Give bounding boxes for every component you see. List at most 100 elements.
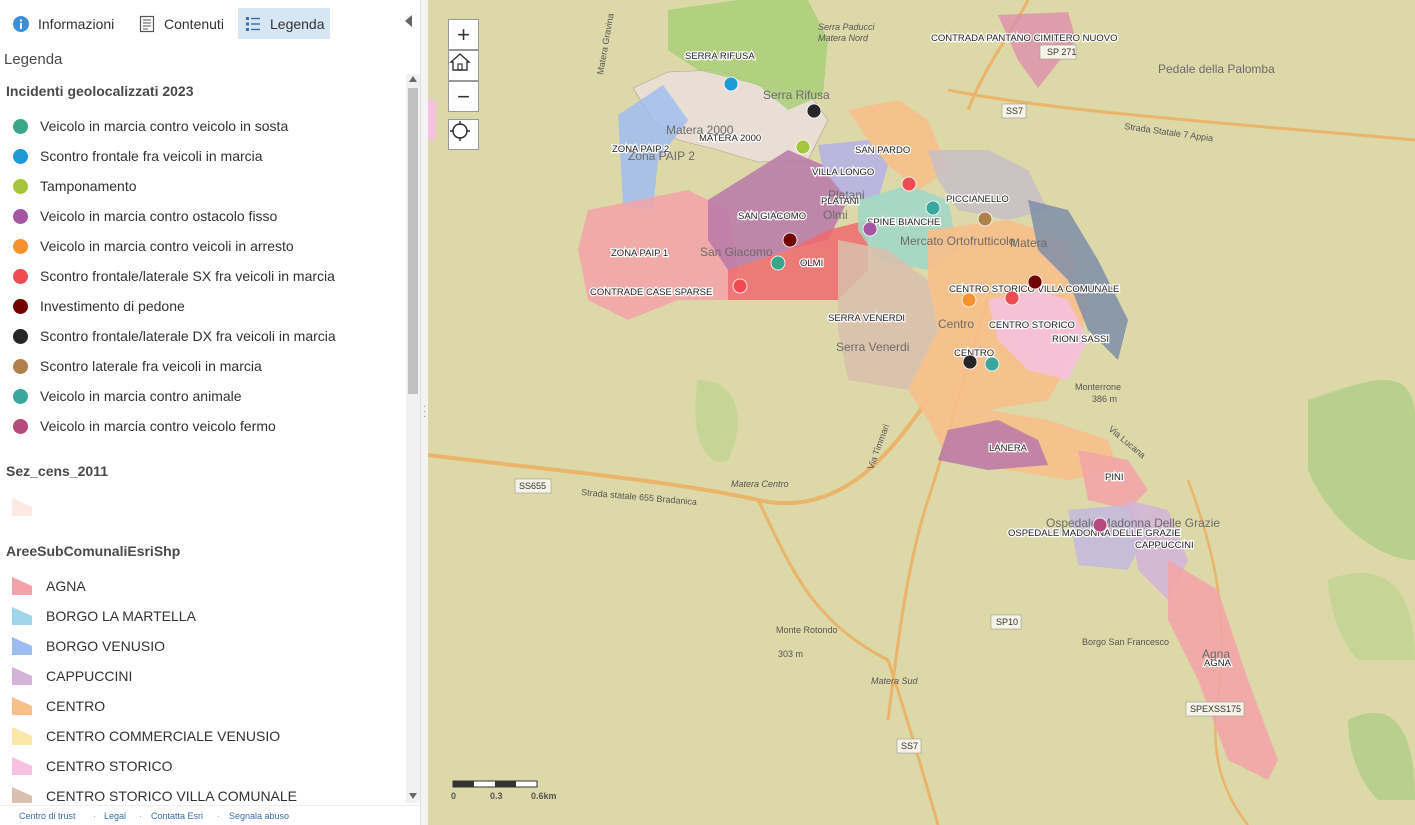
- area-label: CAPPUCCINI: [1135, 540, 1194, 551]
- area-swatch: [12, 757, 32, 775]
- map-canvas[interactable]: SERRA RIFUSA CONTRADA PANTANO CIMITERO N…: [428, 0, 1415, 825]
- incident-point[interactable]: [925, 200, 941, 216]
- map-view[interactable]: SERRA RIFUSA CONTRADA PANTANO CIMITERO N…: [428, 0, 1415, 825]
- area-label: SPINE BIANCHE: [867, 217, 940, 228]
- area-legend-item: CENTRO STORICO VILLA COMUNALE: [6, 785, 297, 803]
- scale-bar-segment: [495, 781, 516, 787]
- incident-point[interactable]: [732, 278, 748, 294]
- tab-informazioni[interactable]: Informazioni: [6, 8, 120, 39]
- area-label: SERRA VENERDI: [828, 313, 905, 324]
- incident-swatch: [13, 118, 28, 134]
- area-legend-item: CAPPUCCINI: [6, 665, 132, 687]
- incident-point[interactable]: [782, 232, 798, 248]
- scale-label: 0.3: [490, 791, 503, 801]
- drag-handle-icon[interactable]: · · ·: [423, 402, 427, 422]
- area-swatch: [12, 787, 32, 803]
- incident-point[interactable]: [1092, 517, 1108, 533]
- legend-panel: Informazioni Contenuti Legenda Legenda I…: [0, 0, 420, 825]
- home-button[interactable]: [448, 50, 479, 81]
- area-legend-item: BORGO LA MARTELLA: [6, 605, 196, 627]
- area-label: SERRA RIFUSA: [685, 51, 755, 62]
- incident-legend-item: Veicolo in marcia contro ostacolo fisso: [6, 205, 277, 227]
- incident-swatch: [13, 418, 28, 434]
- place-label: Serra Rifusa: [763, 88, 830, 102]
- tab-label: Contenuti: [164, 15, 224, 32]
- road-shield-label: SS655: [519, 481, 546, 491]
- locate-icon: [450, 121, 470, 141]
- incident-legend-label: Scontro frontale/laterale DX fra veicoli…: [40, 328, 336, 344]
- place-label: Platani: [828, 188, 865, 202]
- footer-link-report[interactable]: Segnala abuso: [229, 811, 289, 821]
- panel-splitter[interactable]: · · ·: [420, 0, 428, 825]
- zoom-out-button[interactable]: −: [448, 81, 479, 112]
- incident-point[interactable]: [901, 176, 917, 192]
- incident-point[interactable]: [1004, 290, 1020, 306]
- road-shield-label: SPEXSS175: [1190, 704, 1241, 714]
- footer: Centro di trust · Legal · Contatta Esri …: [0, 805, 420, 825]
- area-legend-label: CENTRO COMMERCIALE VENUSIO: [46, 728, 281, 744]
- incident-point[interactable]: [862, 221, 878, 237]
- area-legend-item: CENTRO: [6, 695, 105, 717]
- area-swatch: [12, 727, 32, 745]
- locality-label: Matera Sud: [871, 676, 919, 686]
- incident-legend-label: Veicolo in marcia contro animale: [40, 388, 242, 404]
- area-legend-label: CAPPUCCINI: [46, 668, 133, 684]
- area-edge: [428, 100, 436, 140]
- incident-point[interactable]: [961, 292, 977, 308]
- incident-swatch: [13, 238, 28, 254]
- footer-separator: ·: [93, 811, 96, 821]
- area-label: CONTRADE CASE SPARSE: [590, 287, 712, 298]
- footer-separator: ·: [139, 811, 142, 821]
- tab-legenda[interactable]: Legenda: [238, 8, 330, 39]
- incident-point[interactable]: [1027, 274, 1043, 290]
- place-label: Ospedale Madonna Delle Grazie: [1046, 516, 1220, 530]
- locality-label: Monterrone: [1075, 382, 1121, 392]
- footer-link-contact[interactable]: Contatta Esri: [151, 811, 203, 821]
- incident-legend-label: Veicolo in marcia contro veicolo fermo: [40, 418, 276, 434]
- place-label: Matera: [1010, 236, 1048, 250]
- incident-legend-item: Investimento di pedone: [6, 295, 185, 317]
- area-label: PINI: [1105, 472, 1123, 483]
- scroll-down-arrow-icon[interactable]: [409, 793, 417, 799]
- scroll-up-arrow-icon[interactable]: [409, 76, 417, 82]
- incident-point[interactable]: [770, 255, 786, 271]
- place-label: Mercato Ortofrutticolo: [900, 234, 1016, 248]
- incident-legend-label: Scontro laterale fra veicoli in marcia: [40, 358, 262, 374]
- incident-legend-label: Tamponamento: [40, 178, 137, 194]
- area-legend-label: CENTRO: [46, 698, 106, 714]
- incident-point[interactable]: [723, 76, 739, 92]
- area-legend-label: CENTRO STORICO VILLA COMUNALE: [46, 788, 298, 803]
- locality-label: 303 m: [778, 649, 803, 659]
- incident-point[interactable]: [977, 211, 993, 227]
- area-label: CONTRADA PANTANO CIMITERO NUOVO: [931, 33, 1118, 44]
- locate-button[interactable]: [448, 119, 479, 150]
- tab-contenuti[interactable]: Contenuti: [132, 8, 230, 39]
- scale-label: 0.6km: [531, 791, 557, 801]
- incident-legend-item: Tamponamento: [6, 175, 137, 197]
- incident-swatch: [13, 178, 28, 194]
- scale-label: 0: [451, 791, 456, 801]
- collapse-panel-button[interactable]: [402, 14, 416, 28]
- incident-point[interactable]: [984, 356, 1000, 372]
- legend-scroll-area[interactable]: Incidenti geolocalizzati 2023 Veicolo in…: [0, 74, 404, 803]
- incident-legend-label: Scontro frontale/laterale SX fra veicoli…: [40, 268, 335, 284]
- incident-point[interactable]: [795, 139, 811, 155]
- incident-legend-item: Scontro frontale fra veicoli in marcia: [6, 145, 263, 167]
- zoom-in-button[interactable]: +: [448, 19, 479, 50]
- incident-legend-label: Veicolo in marcia contro veicoli in arre…: [40, 238, 294, 254]
- incident-swatch: [13, 358, 28, 374]
- legend-scrollbar[interactable]: [406, 74, 420, 803]
- footer-link-trust[interactable]: Centro di trust: [19, 811, 76, 821]
- area-label: PICCIANELLO: [946, 194, 1009, 205]
- area-swatch: [12, 667, 32, 685]
- contents-icon: [138, 15, 156, 33]
- footer-link-legal[interactable]: Legal: [104, 811, 126, 821]
- locality-label: Matera Centro: [731, 479, 789, 489]
- area-swatch: [12, 637, 32, 655]
- incident-point[interactable]: [962, 354, 978, 370]
- area-label: VILLA LONGO: [812, 167, 874, 178]
- place-label: Borgo San Francesco: [1082, 637, 1169, 647]
- incident-legend-label: Veicolo in marcia contro veicolo in sost…: [40, 118, 289, 134]
- incident-point[interactable]: [806, 103, 822, 119]
- scroll-thumb[interactable]: [408, 88, 418, 394]
